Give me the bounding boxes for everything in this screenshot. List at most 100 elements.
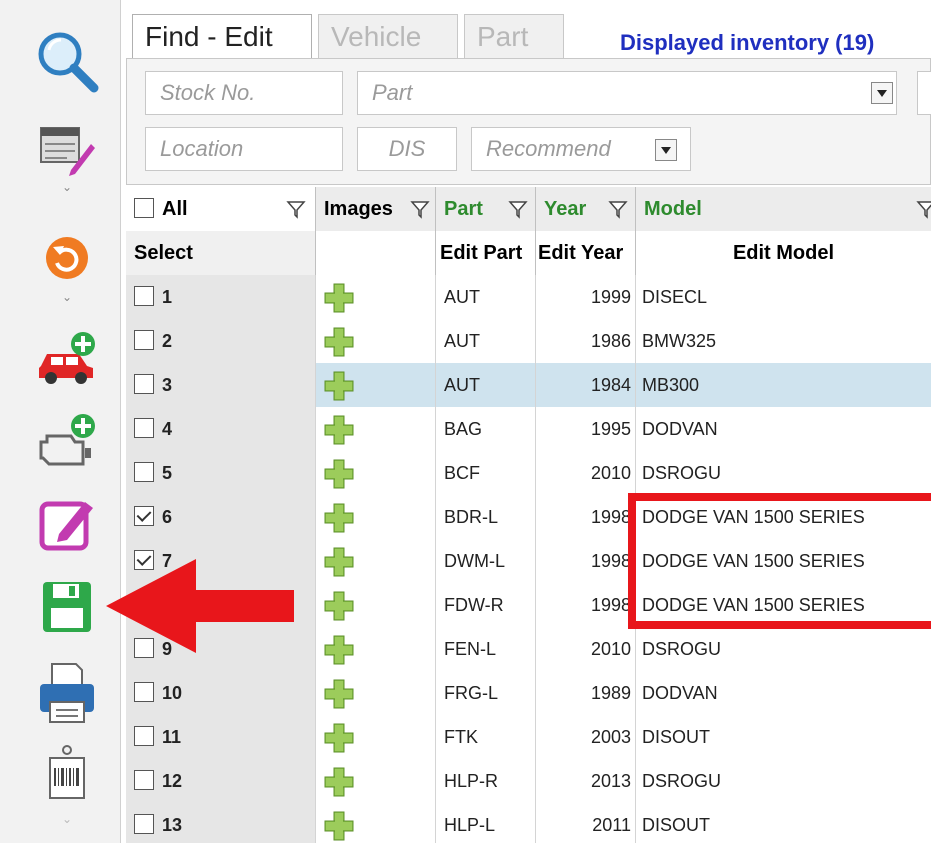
table-row[interactable]: 3 AUT 1984 MB300 — [126, 363, 931, 408]
add-image-icon[interactable] — [324, 371, 354, 401]
undo-icon[interactable] — [32, 234, 102, 282]
filter-icon[interactable] — [410, 199, 430, 219]
tab-vehicle[interactable]: Vehicle — [318, 14, 458, 58]
filter-icon[interactable] — [286, 199, 306, 219]
row-checkbox[interactable] — [134, 374, 154, 395]
row-select-cell[interactable]: 1 — [126, 275, 316, 319]
filter-icon[interactable] — [608, 199, 628, 219]
table-row[interactable]: 10 FRG-L 1989 DODVAN — [126, 671, 931, 716]
row-checkbox[interactable] — [134, 506, 154, 527]
add-vehicle-icon[interactable] — [32, 330, 102, 386]
row-model-cell[interactable]: BMW325 — [636, 319, 931, 363]
row-part-cell[interactable]: FEN-L — [436, 627, 536, 671]
row-select-cell[interactable]: 4 — [126, 407, 316, 451]
row-part-cell[interactable]: FDW-R — [436, 583, 536, 627]
row-select-cell[interactable]: 10 — [126, 671, 316, 715]
row-part-cell[interactable]: BAG — [436, 407, 536, 451]
filter-icon[interactable] — [916, 199, 931, 219]
add-image-icon[interactable] — [324, 283, 354, 313]
row-year-cell[interactable]: 1999 — [536, 275, 636, 319]
row-part-cell[interactable]: BCF — [436, 451, 536, 495]
table-row[interactable]: 2 AUT 1986 BMW325 — [126, 319, 931, 364]
row-year-cell[interactable]: 1998 — [536, 583, 636, 627]
row-year-cell[interactable]: 2010 — [536, 451, 636, 495]
filter-icon[interactable] — [508, 199, 528, 219]
row-model-cell[interactable]: DODVAN — [636, 407, 931, 451]
row-year-cell[interactable]: 1998 — [536, 539, 636, 583]
row-images-cell[interactable] — [316, 715, 436, 759]
edit-grid-icon[interactable] — [32, 124, 102, 176]
add-image-icon[interactable] — [324, 503, 354, 533]
row-select-cell[interactable]: 13 — [126, 803, 316, 843]
row-model-cell[interactable]: DODVAN — [636, 671, 931, 715]
row-images-cell[interactable] — [316, 759, 436, 803]
row-images-cell[interactable] — [316, 495, 436, 539]
row-checkbox[interactable] — [134, 330, 154, 351]
row-model-cell[interactable]: DISECL — [636, 275, 931, 319]
table-row[interactable]: 13 HLP-L 2011 DISOUT — [126, 803, 931, 843]
add-image-icon[interactable] — [324, 723, 354, 753]
row-images-cell[interactable] — [316, 319, 436, 363]
row-checkbox[interactable] — [134, 418, 154, 439]
tab-part[interactable]: Part — [464, 14, 564, 58]
row-images-cell[interactable] — [316, 583, 436, 627]
dis-field[interactable]: DIS — [357, 127, 457, 171]
location-field[interactable]: Location — [145, 127, 343, 171]
images-header[interactable]: Images — [316, 187, 436, 231]
row-images-cell[interactable] — [316, 363, 436, 407]
add-image-icon[interactable] — [324, 415, 354, 445]
row-checkbox[interactable] — [134, 770, 154, 791]
row-part-cell[interactable]: AUT — [436, 363, 536, 407]
row-model-cell[interactable]: DSROGU — [636, 759, 931, 803]
chevron-down-icon[interactable]: ⌄ — [62, 180, 72, 194]
row-year-cell[interactable]: 2003 — [536, 715, 636, 759]
row-part-cell[interactable]: FTK — [436, 715, 536, 759]
row-year-cell[interactable]: 1989 — [536, 671, 636, 715]
barcode-label-icon[interactable] — [32, 744, 102, 802]
row-year-cell[interactable]: 1998 — [536, 495, 636, 539]
table-row[interactable]: 12 HLP-R 2013 DSROGU — [126, 759, 931, 804]
add-engine-icon[interactable] — [32, 412, 102, 470]
part-dropdown-button[interactable] — [871, 82, 893, 104]
add-image-icon[interactable] — [324, 679, 354, 709]
chevron-down-icon[interactable]: ⌄ — [62, 290, 72, 304]
tab-find-edit[interactable]: Find - Edit — [132, 14, 312, 58]
row-images-cell[interactable] — [316, 451, 436, 495]
row-year-cell[interactable]: 1984 — [536, 363, 636, 407]
select-all-checkbox[interactable] — [134, 197, 154, 218]
row-checkbox[interactable] — [134, 462, 154, 483]
table-row[interactable]: 4 BAG 1995 DODVAN — [126, 407, 931, 452]
row-images-cell[interactable] — [316, 671, 436, 715]
part-header[interactable]: Part — [436, 187, 536, 231]
row-part-cell[interactable]: HLP-L — [436, 803, 536, 843]
row-part-cell[interactable]: DWM-L — [436, 539, 536, 583]
search-icon[interactable] — [32, 28, 102, 94]
add-image-icon[interactable] — [324, 767, 354, 797]
row-model-cell[interactable]: DSROGU — [636, 451, 931, 495]
row-year-cell[interactable]: 1986 — [536, 319, 636, 363]
table-row[interactable]: 11 FTK 2003 DISOUT — [126, 715, 931, 760]
row-checkbox[interactable] — [134, 726, 154, 747]
row-checkbox[interactable] — [134, 286, 154, 307]
select-all-header[interactable]: All — [126, 187, 316, 231]
row-checkbox[interactable] — [134, 682, 154, 703]
row-select-cell[interactable]: 2 — [126, 319, 316, 363]
row-part-cell[interactable]: AUT — [436, 319, 536, 363]
row-model-cell[interactable]: MB300 — [636, 363, 931, 407]
save-icon[interactable] — [32, 578, 102, 636]
table-row[interactable]: 1 AUT 1999 DISECL — [126, 275, 931, 320]
row-images-cell[interactable] — [316, 539, 436, 583]
row-select-cell[interactable]: 6 — [126, 495, 316, 539]
row-images-cell[interactable] — [316, 803, 436, 843]
row-model-cell[interactable]: DISOUT — [636, 803, 931, 843]
add-image-icon[interactable] — [324, 547, 354, 577]
row-images-cell[interactable] — [316, 275, 436, 319]
model-header[interactable]: Model — [636, 187, 931, 231]
row-checkbox[interactable] — [134, 814, 154, 835]
row-year-cell[interactable]: 2013 — [536, 759, 636, 803]
add-image-icon[interactable] — [324, 327, 354, 357]
row-part-cell[interactable]: AUT — [436, 275, 536, 319]
row-images-cell[interactable] — [316, 407, 436, 451]
row-year-cell[interactable]: 2010 — [536, 627, 636, 671]
add-image-icon[interactable] — [324, 811, 354, 841]
